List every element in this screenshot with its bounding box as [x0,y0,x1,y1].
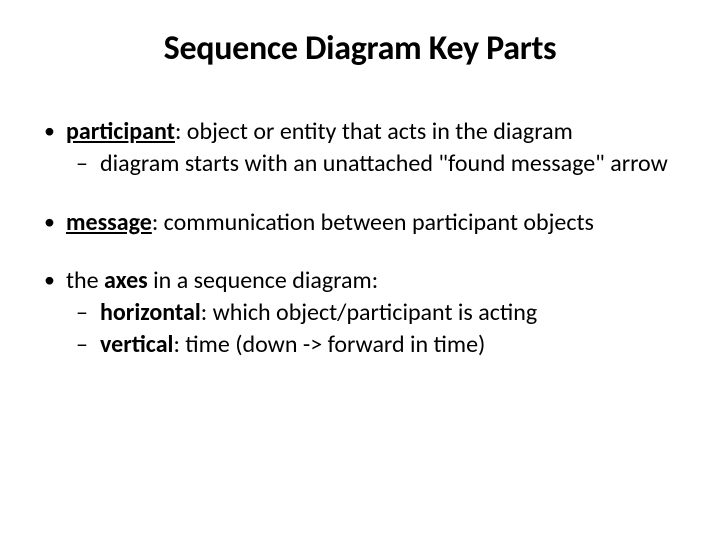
prefix-axes: the [66,266,104,295]
content-body: participant: object or entity that acts … [30,117,690,361]
bullet-message: message: communication between participa… [36,208,690,238]
term-axes: axes [104,266,148,295]
desc-message: : communication between participant obje… [152,208,594,237]
term-participant: participant [66,117,175,146]
desc-participant: : object or entity that acts in the diag… [175,117,573,146]
sub-horizontal: horizontal: which object/participant is … [66,298,690,329]
text-horizontal: : which object/participant is acting [201,298,537,327]
label-vertical: vertical [100,330,173,359]
bullet-participant: participant: object or entity that acts … [36,117,690,180]
text-vertical: : time (down -> forward in time) [173,330,485,359]
label-horizontal: horizontal [100,298,201,327]
sub-vertical: vertical: time (down -> forward in time) [66,330,690,361]
desc-axes: in a sequence diagram: [148,266,378,295]
bullet-axes: the axes in a sequence diagram: horizont… [36,266,690,361]
sub-found-message-text: diagram starts with an unattached "found… [100,149,668,178]
term-message: message [66,208,152,237]
slide-title: Sequence Diagram Key Parts [30,28,690,69]
sub-found-message: diagram starts with an unattached "found… [66,149,690,180]
